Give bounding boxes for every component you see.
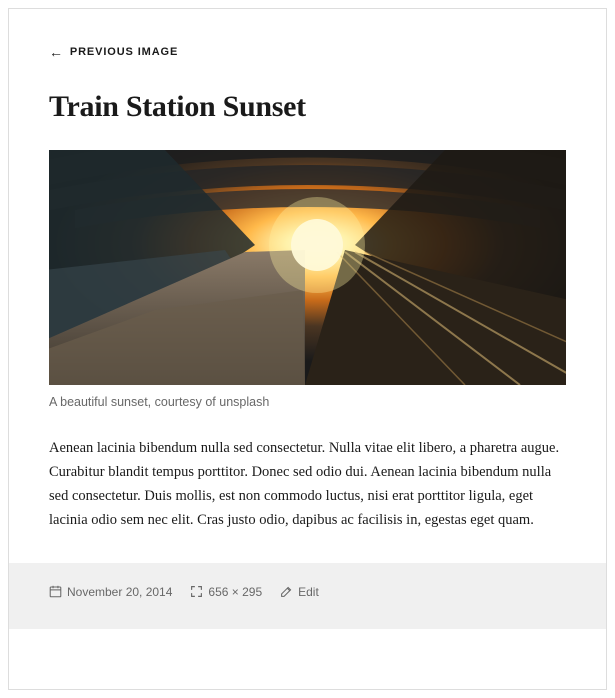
expand-icon bbox=[190, 585, 203, 598]
post-title: Train Station Sunset bbox=[49, 90, 566, 124]
previous-image-label: PREVIOUS IMAGE bbox=[70, 46, 178, 58]
edit-label: Edit bbox=[298, 585, 319, 599]
edit-link[interactable]: Edit bbox=[280, 585, 319, 599]
post-date-link[interactable]: November 20, 2014 bbox=[49, 585, 172, 599]
image-dimensions-link[interactable]: 656 × 295 bbox=[190, 585, 262, 599]
post-date: November 20, 2014 bbox=[67, 585, 172, 599]
calendar-icon bbox=[49, 585, 62, 598]
previous-image-link[interactable]: ← PREVIOUS IMAGE bbox=[49, 45, 178, 59]
image-caption: A beautiful sunset, courtesy of unsplash bbox=[49, 395, 566, 409]
post-meta-footer: November 20, 2014 656 × 295 Edit bbox=[9, 563, 606, 629]
post-body: Aenean lacinia bibendum nulla sed consec… bbox=[49, 437, 566, 533]
featured-image[interactable] bbox=[49, 150, 566, 385]
image-dimensions: 656 × 295 bbox=[208, 585, 262, 599]
arrow-left-icon: ← bbox=[49, 45, 64, 59]
pencil-icon bbox=[280, 585, 293, 598]
